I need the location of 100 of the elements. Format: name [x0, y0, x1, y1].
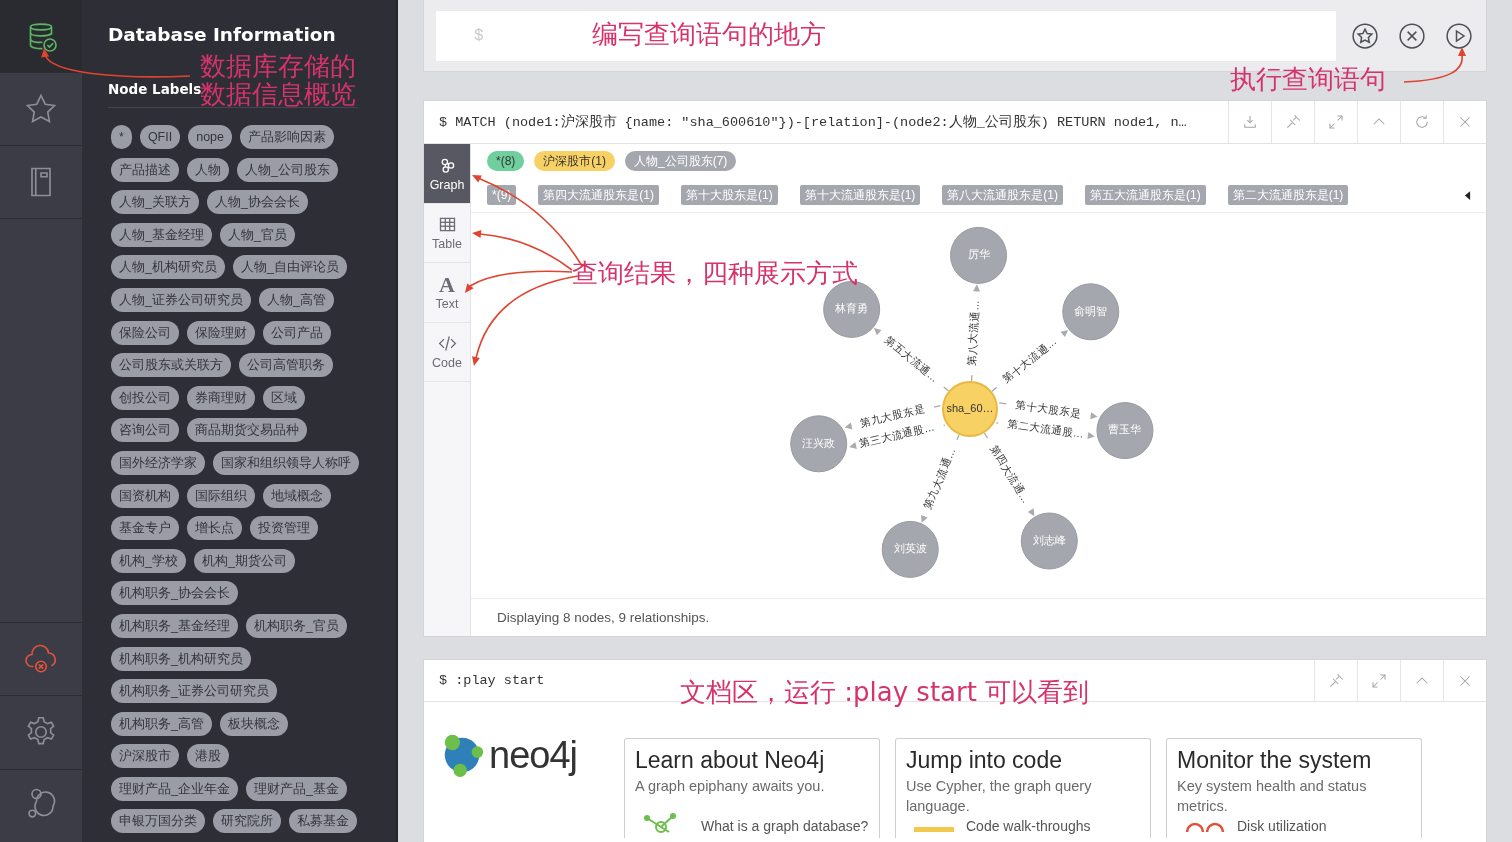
node-label-tag[interactable]: 人物_基金经理: [111, 222, 212, 247]
node-label-tag[interactable]: 机构职务_官员: [245, 613, 347, 638]
node-label-tag[interactable]: 机构_学校: [111, 548, 186, 573]
node-label-tag[interactable]: 公司股东或关联方: [111, 353, 231, 378]
node-label-tag[interactable]: 机构职务_机构研究员: [111, 646, 251, 671]
node-label-tag[interactable]: 机构_期货公司: [193, 548, 295, 573]
pin-icon: [1284, 113, 1302, 131]
annotation-arrow: [1403, 47, 1466, 83]
node-label-tag[interactable]: 商品期货交易品种: [187, 418, 307, 443]
annotation-text: 文档区，运行 :play start 可以看到: [680, 678, 1090, 706]
query-text: $ MATCH (node1:沪深股市 {name: "sha_600610"})-[relation]-(node2:人物_公司股东) RETURN node1, n…: [438, 113, 1187, 132]
graph-node[interactable]: 刘志峰: [1020, 512, 1078, 570]
guide-link[interactable]: Disk utilization: [1237, 818, 1327, 834]
node-label-tag[interactable]: 人物_证券公司研究员: [111, 287, 251, 312]
node-label-pill[interactable]: 人物_公司股东(7): [625, 151, 737, 171]
star-button[interactable]: [1350, 20, 1380, 51]
guide-card[interactable]: Learn about Neo4j A graph epiphany awaits you. What is a graph database?: [624, 738, 880, 838]
view-tab[interactable]: Graph: [424, 144, 470, 204]
gauge-icon: [1185, 822, 1225, 833]
node-label-tag[interactable]: 国外经济学家: [111, 450, 205, 475]
node-label-tag[interactable]: 人物_机构研究员: [111, 255, 225, 280]
node-label-tag[interactable]: 理财产品_基金: [245, 776, 347, 801]
card-subtitle: Key system health and status metrics.: [1177, 777, 1368, 816]
node-label-tag[interactable]: 区域: [263, 385, 305, 410]
node-label-tag[interactable]: 私募基金: [289, 809, 357, 834]
play-button[interactable]: [1444, 20, 1474, 51]
expand-icon: [1327, 113, 1345, 131]
clear-icon: [1397, 20, 1427, 51]
graph-node[interactable]: sha_60…: [942, 381, 998, 437]
node-label-tag[interactable]: 增长点: [187, 516, 242, 541]
node-label-tag[interactable]: 申银万国分类: [111, 809, 205, 834]
logo-text: neo4j: [489, 733, 577, 777]
download-icon: [1241, 113, 1259, 131]
node-label-pill[interactable]: *(8): [487, 151, 525, 171]
graph-node[interactable]: 刘英波: [881, 520, 939, 578]
relationship-type-tag[interactable]: 第八大流通股东是(1): [942, 185, 1064, 205]
node-label-tag[interactable]: 人物_公司股东: [237, 157, 338, 182]
relationship-type-tag[interactable]: 第四大流通股东是(1): [538, 185, 659, 205]
node-label-tag[interactable]: 人物: [187, 157, 229, 182]
card-subtitle: Use Cypher, the graph query language.: [906, 777, 1093, 816]
node-label-tag[interactable]: 人物_高管: [258, 287, 334, 312]
node-label-tag[interactable]: 保险理财: [187, 320, 255, 345]
card-title: Monitor the system: [1177, 747, 1373, 774]
relationship-type-tag[interactable]: 第五大流通股东是(1): [1085, 185, 1206, 205]
node-label-tag[interactable]: 机构职务_基金经理: [111, 613, 238, 638]
panel-title: Database Information: [108, 24, 337, 45]
guide-link[interactable]: What is a graph database?: [701, 818, 869, 834]
node-label-tag[interactable]: 产品影响因素: [240, 125, 334, 149]
node-label-tag[interactable]: 国资机构: [111, 483, 179, 508]
node-label-tag[interactable]: 研究院所: [213, 809, 281, 834]
graph-node[interactable]: 厉华: [950, 226, 1008, 284]
node-label-tag[interactable]: 保险公司: [111, 320, 179, 345]
node-label-tag[interactable]: 地域概念: [263, 483, 331, 508]
annotation-text: 数据信息概览: [200, 80, 356, 108]
guide-card[interactable]: Jump into code Use Cypher, the graph query language. Code walk-throughs: [895, 738, 1151, 838]
node-label-tag[interactable]: 投资管理: [250, 516, 318, 541]
expand-icon: [1370, 671, 1388, 690]
caret-icon[interactable]: [1464, 189, 1471, 201]
node-label-tag[interactable]: 人物_官员: [219, 222, 295, 247]
graph-node[interactable]: 汪兴政: [790, 415, 848, 473]
node-label-tag[interactable]: 港股: [187, 744, 229, 769]
star-icon: [1350, 20, 1380, 51]
node-label-tag[interactable]: 公司产品: [263, 320, 331, 345]
node-label-tag[interactable]: 板块概念: [219, 711, 288, 736]
view-tab[interactable]: Code: [424, 322, 470, 382]
node-label-tag[interactable]: 机构职务_证券公司研究员: [111, 679, 277, 704]
relationship-type-tag[interactable]: 第二大流通股东是(1): [1227, 185, 1349, 205]
node-label-tag[interactable]: 咨询公司: [111, 418, 179, 443]
node-label-tag[interactable]: 国际组织: [187, 483, 255, 508]
node-label-tag[interactable]: 沪深股市: [111, 744, 179, 769]
relationship-type-tag[interactable]: 第十大流通股东是(1): [799, 185, 921, 205]
node-label-tag[interactable]: nope: [188, 125, 232, 149]
nav-tab[interactable]: [0, 0, 82, 73]
graph-node[interactable]: 俞明智: [1062, 283, 1120, 341]
card-title: Jump into code: [906, 747, 1063, 774]
node-label-tag[interactable]: 产品描述: [111, 157, 179, 182]
guide-link[interactable]: Code walk-throughs: [966, 818, 1091, 834]
pin-icon: [1327, 671, 1345, 690]
node-label-pill[interactable]: 沪深股市(1): [534, 151, 615, 171]
node-label-tag[interactable]: 人物_自由评论员: [232, 255, 347, 280]
graph-node[interactable]: 曹玉华: [1096, 402, 1154, 460]
node-label-tag[interactable]: QFII: [139, 125, 181, 149]
node-label-tag[interactable]: 人物_协会会长: [206, 190, 308, 215]
node-label-tag[interactable]: 机构职务_高管: [111, 711, 212, 736]
relationship-type-tag[interactable]: 第十大股东是(1): [681, 185, 778, 205]
node-label-tag[interactable]: 国家和组织领导人称呼: [213, 450, 359, 475]
node-label-tag[interactable]: 券商理财: [187, 385, 255, 410]
node-label-tag[interactable]: 基金专户: [111, 516, 179, 541]
node-label-tag[interactable]: 创投公司: [111, 385, 179, 410]
node-label-tag[interactable]: 人物_关联方: [111, 190, 199, 215]
node-label-tag[interactable]: 公司高管职务: [239, 353, 333, 378]
clear-button[interactable]: [1397, 20, 1427, 51]
node-label-tag[interactable]: 理财产品_企业年金: [111, 776, 238, 801]
guide-card[interactable]: Monitor the system Key system health and status metrics. Disk utilization: [1166, 738, 1422, 838]
play-icon: [1444, 20, 1474, 51]
view-tab[interactable]: Table: [424, 203, 470, 263]
annotation-text: 编写查询语句的地方: [592, 20, 826, 48]
node-label-tag[interactable]: *: [111, 125, 132, 149]
node-label-tag[interactable]: 机构职务_协会会长: [111, 581, 238, 606]
bar-icon: [914, 827, 954, 832]
